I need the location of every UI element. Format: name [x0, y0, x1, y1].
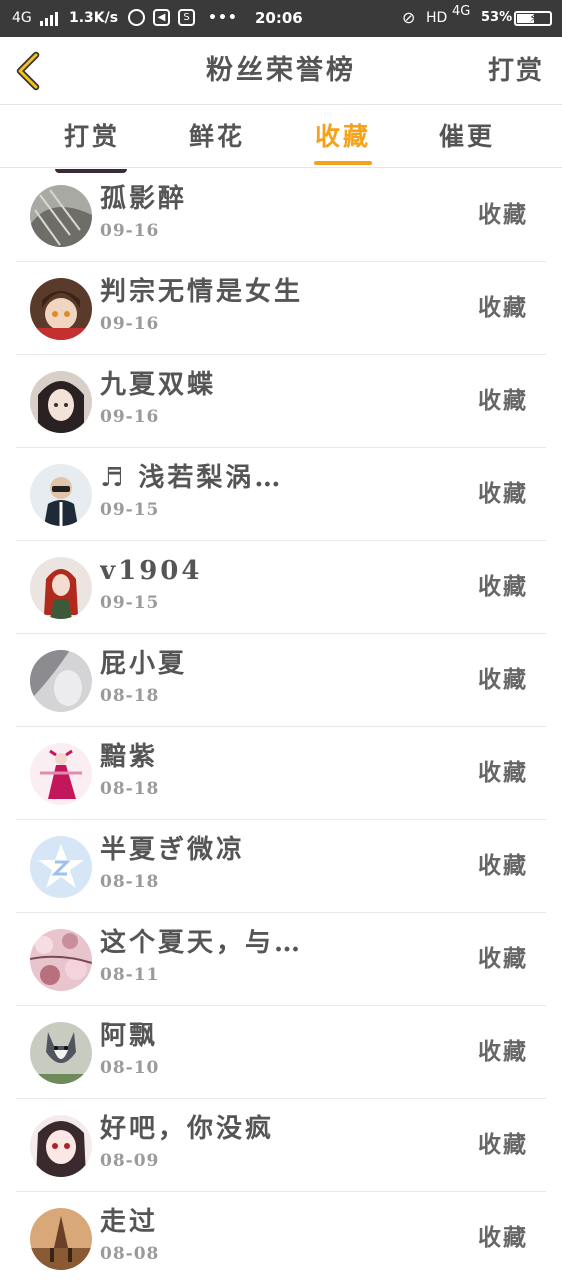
fan-date: 08-18: [100, 686, 160, 706]
avatar: [30, 1022, 92, 1084]
fan-name: 走过: [100, 1207, 159, 1237]
fan-name: 黯紫: [100, 742, 159, 772]
avatar: [30, 185, 92, 247]
fan-action-label: 收藏: [478, 666, 528, 693]
avatar: [30, 929, 92, 991]
fan-row[interactable]: 黯紫 08-18 收藏: [16, 727, 546, 820]
avatar: [30, 743, 92, 805]
page-title: 粉丝荣誉榜: [206, 55, 356, 86]
fan-date: 08-10: [100, 1058, 160, 1078]
tab-label: 鲜花: [188, 122, 245, 151]
clock: 20:06: [255, 9, 303, 27]
fan-date: 08-09: [100, 1151, 160, 1171]
fan-name: ♬ 浅若梨涡…: [100, 463, 284, 493]
fan-date: 09-15: [100, 500, 160, 520]
tab-reward[interactable]: 打赏: [47, 106, 137, 168]
fan-name: 阿飘: [100, 1021, 159, 1051]
network-label: 4G: [12, 10, 32, 26]
fan-row[interactable]: 半夏ぎ微凉 08-18 收藏: [16, 820, 546, 913]
fan-row[interactable]: ♬ 浅若梨涡… 09-15 收藏: [16, 448, 546, 541]
fan-list[interactable]: 孤影醉 09-16 收藏 判宗无情是女生 09-16 收藏 九夏双蝶 09-16…: [0, 169, 562, 1280]
avatar: [30, 1115, 92, 1177]
fan-name: 屁小夏: [100, 649, 188, 679]
volume-icon: ◀: [153, 9, 170, 26]
fan-action-label: 收藏: [478, 387, 528, 414]
fan-action-label: 收藏: [478, 759, 528, 786]
signal-icon: [40, 12, 58, 26]
mute-icon: ⊘: [402, 8, 416, 27]
charging-icon: ⚡: [529, 11, 538, 25]
battery-icon: ⚡: [514, 11, 552, 26]
hd-label: HD: [426, 10, 448, 26]
fan-action-label: 收藏: [478, 1224, 528, 1251]
fan-date: 09-16: [100, 314, 160, 334]
avatar: [30, 371, 92, 433]
fan-row[interactable]: 九夏双蝶 09-16 收藏: [16, 355, 546, 448]
s-app-icon: S: [178, 9, 195, 26]
tab-flowers[interactable]: 鲜花: [172, 106, 262, 168]
tab-urge-update[interactable]: 催更: [422, 106, 512, 168]
avatar: [30, 1208, 92, 1270]
fan-action-label: 收藏: [478, 1131, 528, 1158]
reward-button[interactable]: 打赏: [488, 37, 544, 105]
fan-row[interactable]: v1904 09-15 收藏: [16, 541, 546, 634]
fan-action-label: 收藏: [478, 1038, 528, 1065]
tab-label: 打赏: [63, 122, 120, 151]
fan-row[interactable]: 孤影醉 09-16 收藏: [16, 169, 546, 262]
app-header: 粉丝荣誉榜 打赏: [0, 37, 562, 105]
fan-name: 孤影醉: [100, 184, 188, 214]
net-type-label: 4G: [452, 4, 471, 19]
active-tab-indicator: [314, 161, 372, 165]
fan-row[interactable]: 阿飘 08-10 收藏: [16, 1006, 546, 1099]
fan-date: 09-16: [100, 221, 160, 241]
fan-row[interactable]: 走过 08-08 收藏: [16, 1192, 546, 1280]
fan-name: 这个夏天，与…: [100, 928, 304, 958]
notification-icons: ◀ S: [128, 9, 195, 26]
status-bar: 4G 1.3K/s ◀ S ••• 20:06 ⊘ HD 4G 53% ⚡: [0, 0, 562, 37]
fan-name: v1904: [100, 556, 203, 586]
fan-action-label: 收藏: [478, 945, 528, 972]
fan-row[interactable]: 屁小夏 08-18 收藏: [16, 634, 546, 727]
app-notification-icon: [128, 9, 145, 26]
battery-percent: 53%: [481, 10, 513, 25]
avatar: [30, 278, 92, 340]
avatar: [30, 836, 92, 898]
fan-row[interactable]: 这个夏天，与… 08-11 收藏: [16, 913, 546, 1006]
fan-action-label: 收藏: [478, 852, 528, 879]
fan-name: 九夏双蝶: [100, 370, 217, 400]
network-speed: 1.3K/s: [69, 10, 119, 26]
fan-date: 08-08: [100, 1244, 160, 1264]
tab-label: 收藏: [314, 122, 371, 151]
tab-bar: 打赏 鲜花 收藏 催更: [0, 106, 562, 168]
fan-action-label: 收藏: [478, 573, 528, 600]
tab-label: 催更: [438, 122, 495, 151]
avatar: [30, 557, 92, 619]
avatar: [30, 650, 92, 712]
fan-name: 好吧，你没疯: [100, 1114, 275, 1144]
fan-row[interactable]: 好吧，你没疯 08-09 收藏: [16, 1099, 546, 1192]
fan-date: 09-15: [100, 593, 160, 613]
fan-date: 08-18: [100, 779, 160, 799]
fan-action-label: 收藏: [478, 294, 528, 321]
fan-date: 09-16: [100, 407, 160, 427]
fan-row[interactable]: 判宗无情是女生 09-16 收藏: [16, 262, 546, 355]
more-notifications-icon: •••: [208, 10, 238, 26]
fan-date: 08-18: [100, 872, 160, 892]
fan-date: 08-11: [100, 965, 160, 985]
fan-action-label: 收藏: [478, 201, 528, 228]
fan-name: 半夏ぎ微凉: [100, 835, 246, 865]
fan-action-label: 收藏: [478, 480, 528, 507]
fan-name: 判宗无情是女生: [100, 277, 304, 307]
avatar: [30, 464, 92, 526]
tab-favorites[interactable]: 收藏: [298, 106, 388, 168]
